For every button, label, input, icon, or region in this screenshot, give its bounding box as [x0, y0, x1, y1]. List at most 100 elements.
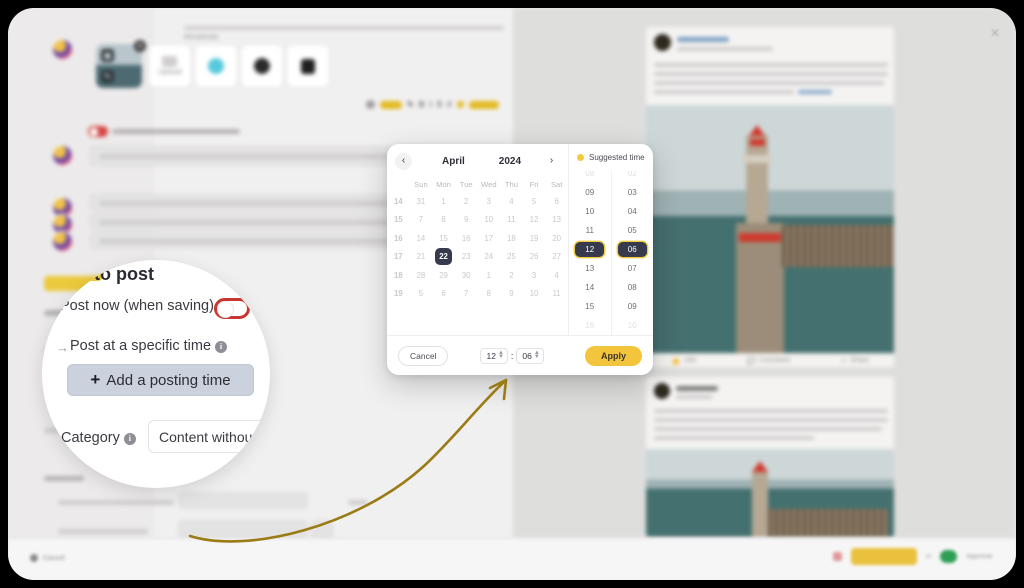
- media-tile-user[interactable]: [286, 44, 330, 88]
- calendar-day-5[interactable]: 5: [523, 192, 546, 211]
- calendar-day-3[interactable]: 3: [478, 192, 501, 211]
- calendar-day-24[interactable]: 24: [478, 248, 501, 267]
- calendar-day-1[interactable]: 1: [432, 192, 455, 211]
- thumbnail-settings-icon[interactable]: ⚙: [134, 40, 146, 52]
- bell-icon[interactable]: [833, 552, 842, 561]
- calendar-day-6[interactable]: 6: [432, 285, 455, 304]
- crop-icon[interactable]: ▣: [101, 49, 114, 62]
- calendar-day-30[interactable]: 30: [455, 266, 478, 285]
- first-comment-toggle[interactable]: [88, 126, 108, 137]
- calendar-day-9[interactable]: 9: [455, 211, 478, 230]
- hour-option-08[interactable]: 08: [569, 171, 611, 183]
- italic-icon[interactable]: I: [429, 100, 431, 109]
- emoji-icon[interactable]: [456, 101, 464, 108]
- calendar-day-23[interactable]: 23: [455, 248, 478, 267]
- media-tile-avatar[interactable]: [240, 44, 284, 88]
- cancel-button[interactable]: Cancel: [398, 345, 449, 366]
- close-icon[interactable]: ✕: [990, 26, 1000, 40]
- hour-stepper-arrows[interactable]: ▲ ▼: [498, 350, 504, 359]
- hour-option-12[interactable]: 12: [569, 240, 611, 259]
- like-button[interactable]: 👍 Like: [671, 357, 697, 365]
- calendar-day-13[interactable]: 13: [545, 211, 568, 230]
- calendar-day-5[interactable]: 5: [410, 285, 433, 304]
- calendar-day-26[interactable]: 26: [523, 248, 546, 267]
- expire-date-input[interactable]: [178, 520, 308, 539]
- info-icon[interactable]: i: [123, 432, 136, 445]
- calendar-day-6[interactable]: 6: [545, 192, 568, 211]
- calendar-day-8[interactable]: 8: [432, 211, 455, 230]
- minute-option-08[interactable]: 08: [612, 278, 654, 297]
- minute-option-10[interactable]: 10: [612, 316, 654, 335]
- hashtag-pill-button[interactable]: [468, 100, 499, 109]
- hour-option-13[interactable]: 13: [569, 259, 611, 278]
- minute-option-07[interactable]: 07: [612, 259, 654, 278]
- format-toolbar[interactable]: ✎ B I S #: [366, 100, 499, 109]
- calendar-day-14[interactable]: 14: [410, 229, 433, 248]
- calendar-day-4[interactable]: 4: [500, 192, 523, 211]
- share-button[interactable]: ↗ Share: [840, 357, 869, 365]
- minute-option-06[interactable]: 06: [612, 240, 654, 259]
- hour-option-16[interactable]: 16: [569, 316, 611, 335]
- calendar-day-25[interactable]: 25: [500, 248, 523, 267]
- bold-icon[interactable]: B: [419, 100, 425, 109]
- settings-icon[interactable]: [366, 100, 375, 109]
- comment-button[interactable]: 💬 Comment: [747, 357, 790, 365]
- calendar-day-12[interactable]: 12: [523, 211, 546, 230]
- add-posting-time-button[interactable]: + Add a posting time: [67, 364, 254, 396]
- hour-option-10[interactable]: 10: [569, 202, 611, 221]
- minute-stepper[interactable]: 06 ▲ ▼: [516, 347, 544, 364]
- calendar-day-10[interactable]: 10: [478, 211, 501, 230]
- calendar-day-29[interactable]: 29: [432, 266, 455, 285]
- calendar-day-20[interactable]: 20: [545, 229, 568, 248]
- media-tile-stock[interactable]: [194, 44, 238, 88]
- media-tile-thumbnail[interactable]: ⚙ ▣ ✎: [96, 40, 146, 88]
- see-more-link[interactable]: [798, 90, 832, 94]
- edit-icon[interactable]: ✎: [101, 70, 114, 83]
- minute-option-03[interactable]: 03: [612, 183, 654, 202]
- post-now-toggle[interactable]: [214, 298, 250, 319]
- calendar-day-31[interactable]: 31: [410, 192, 433, 211]
- info-icon[interactable]: i: [215, 340, 228, 353]
- media-tile-upload[interactable]: Upload: [148, 44, 192, 88]
- save-post-button[interactable]: [851, 548, 917, 565]
- minute-stepper-arrows[interactable]: ▲ ▼: [534, 350, 540, 359]
- calendar-day-22[interactable]: 22: [432, 248, 455, 267]
- calendar-day-9[interactable]: 9: [500, 285, 523, 304]
- hour-stepper[interactable]: 12 ▲ ▼: [480, 347, 508, 364]
- calendar-day-2[interactable]: 2: [500, 266, 523, 285]
- calendar-day-19[interactable]: 19: [523, 229, 546, 248]
- calendar-day-11[interactable]: 11: [545, 285, 568, 304]
- hour-option-15[interactable]: 15: [569, 297, 611, 316]
- minute-option-05[interactable]: 05: [612, 221, 654, 240]
- hour-option-14[interactable]: 14: [569, 278, 611, 297]
- minute-option-04[interactable]: 04: [612, 202, 654, 221]
- ai-pill-button[interactable]: [380, 100, 402, 109]
- calendar-day-4[interactable]: 4: [545, 266, 568, 285]
- calendar-day-1[interactable]: 1: [478, 266, 501, 285]
- calendar-day-28[interactable]: 28: [410, 266, 433, 285]
- next-month-button[interactable]: ›: [543, 153, 560, 170]
- category-select[interactable]: Content without: [148, 420, 270, 453]
- calendar-day-21[interactable]: 21: [410, 248, 433, 267]
- calendar-day-3[interactable]: 3: [523, 266, 546, 285]
- expire-date-calendar-button[interactable]: [311, 520, 333, 539]
- hour-option-11[interactable]: 11: [569, 221, 611, 240]
- calendar-day-18[interactable]: 18: [500, 229, 523, 248]
- calendar-day-11[interactable]: 11: [500, 211, 523, 230]
- calendar-day-15[interactable]: 15: [432, 229, 455, 248]
- approval-toggle[interactable]: [940, 550, 958, 563]
- expire-period-input[interactable]: [178, 492, 308, 509]
- calendar-day-10[interactable]: 10: [523, 285, 546, 304]
- link-icon[interactable]: #: [447, 100, 451, 109]
- calendar-day-8[interactable]: 8: [478, 285, 501, 304]
- strike-icon[interactable]: S: [437, 100, 442, 109]
- calendar-day-7[interactable]: 7: [455, 285, 478, 304]
- calendar-day-17[interactable]: 17: [478, 229, 501, 248]
- magic-icon[interactable]: ✎: [407, 100, 414, 109]
- prev-month-button[interactable]: ‹: [395, 152, 412, 170]
- calendar-day-2[interactable]: 2: [455, 192, 478, 211]
- apply-button[interactable]: Apply: [584, 345, 642, 366]
- minute-option-02[interactable]: 02: [612, 171, 654, 183]
- calendar-day-16[interactable]: 16: [455, 229, 478, 248]
- calendar-day-7[interactable]: 7: [410, 211, 433, 230]
